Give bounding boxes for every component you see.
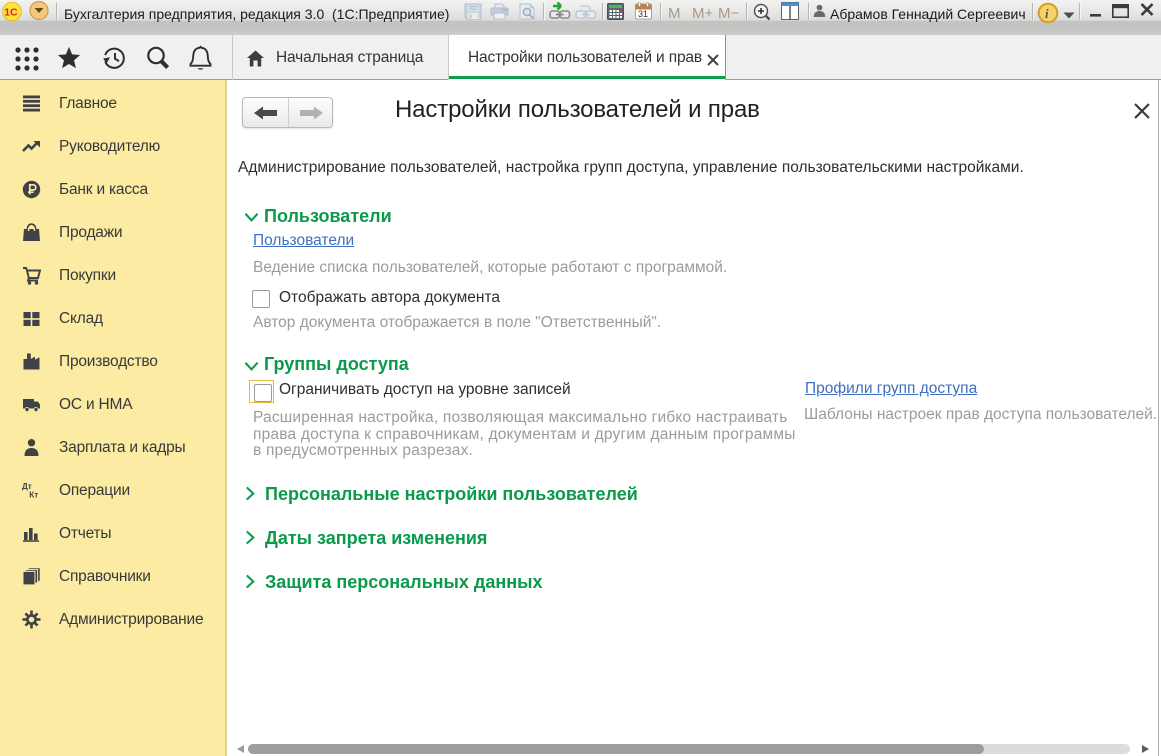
svg-text:31: 31 <box>638 9 648 19</box>
svg-text:i: i <box>1045 6 1049 21</box>
svg-text:Кт: Кт <box>29 491 38 500</box>
svg-text:1С: 1С <box>4 7 18 19</box>
svg-text:Дт: Дт <box>22 482 32 491</box>
